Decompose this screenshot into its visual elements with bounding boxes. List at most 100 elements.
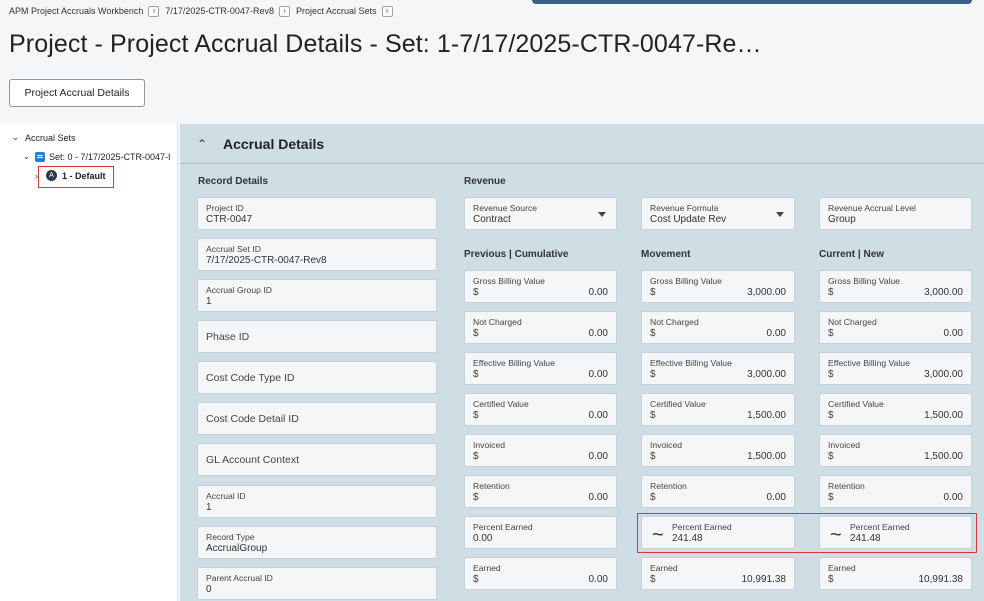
- field-label: Retention: [828, 481, 865, 491]
- currency-symbol: $: [650, 574, 656, 585]
- field-amount: 0.00: [588, 328, 608, 339]
- previous-retention-field[interactable]: Retention $ 0.00: [464, 475, 617, 508]
- accrual-id-field[interactable]: Accrual ID 1: [197, 485, 437, 518]
- revenue-formula-select[interactable]: Revenue Formula Cost Update Rev: [641, 197, 795, 230]
- field-label: Certified Value: [828, 399, 884, 409]
- field-label: Cost Code Type ID: [206, 371, 295, 384]
- field-label: Not Charged: [828, 317, 877, 327]
- cost-code-detail-id-field[interactable]: Cost Code Detail ID: [197, 402, 437, 435]
- field-label: Project ID: [206, 203, 244, 213]
- movement-invoiced-field[interactable]: Invoiced $ 1,500.00: [641, 434, 795, 467]
- field-label: Revenue Source: [473, 203, 538, 213]
- movement-certified-value-field[interactable]: Certified Value $ 1,500.00: [641, 393, 795, 426]
- tree-root[interactable]: ⌄ Accrual Sets: [10, 132, 76, 143]
- currency-symbol: $: [650, 328, 656, 339]
- record-type-field[interactable]: Record Type AccrualGroup: [197, 526, 437, 559]
- dropdown-caret-icon[interactable]: [776, 212, 784, 217]
- chevron-down-icon[interactable]: ⌄: [10, 132, 21, 143]
- set-icon: [35, 151, 45, 162]
- accrual-group-id-field[interactable]: Accrual Group ID 1: [197, 279, 437, 312]
- field-label: Revenue Formula: [650, 203, 719, 213]
- movement-effective-billing-field[interactable]: Effective Billing Value $ 3,000.00: [641, 352, 795, 385]
- breadcrumb-chevron-icon[interactable]: ›: [381, 5, 393, 17]
- current-effective-billing-field[interactable]: Effective Billing Value $ 3,000.00: [819, 352, 972, 385]
- currency-symbol: $: [828, 574, 834, 585]
- gl-account-context-field[interactable]: GL Account Context: [197, 443, 437, 476]
- previous-certified-value-field[interactable]: Certified Value $ 0.00: [464, 393, 617, 426]
- revenue-source-select[interactable]: Revenue Source Contract: [464, 197, 617, 230]
- field-amount: 3,000.00: [747, 369, 786, 380]
- field-label: Certified Value: [650, 399, 706, 409]
- field-amount: 0.00: [943, 328, 963, 339]
- currency-symbol: $: [828, 492, 834, 503]
- previous-cumulative-heading: Previous | Cumulative: [464, 249, 569, 260]
- current-gross-billing-field[interactable]: Gross Billing Value $ 3,000.00: [819, 270, 972, 303]
- project-accrual-details-button[interactable]: Project Accrual Details: [9, 79, 145, 107]
- field-label: Invoiced: [828, 440, 861, 450]
- dropdown-caret-icon[interactable]: [598, 212, 606, 217]
- current-invoiced-field[interactable]: Invoiced $ 1,500.00: [819, 434, 972, 467]
- chevron-down-icon[interactable]: ⌄: [21, 151, 32, 162]
- field-label: Not Charged: [473, 317, 522, 327]
- field-label: Phase ID: [206, 330, 250, 343]
- field-value: 0: [206, 584, 212, 595]
- field-value: CTR-0047: [206, 214, 253, 225]
- previous-effective-billing-field[interactable]: Effective Billing Value $ 0.00: [464, 352, 617, 385]
- field-label: Gross Billing Value: [828, 276, 900, 286]
- cost-code-type-id-field[interactable]: Cost Code Type ID: [197, 361, 437, 394]
- field-label: Not Charged: [650, 317, 699, 327]
- chevron-up-icon[interactable]: ⌃: [197, 137, 209, 151]
- current-retention-field[interactable]: Retention $ 0.00: [819, 475, 972, 508]
- field-amount: 0.00: [588, 410, 608, 421]
- field-value: 7/17/2025-CTR-0047-Rev8: [206, 255, 327, 266]
- previous-not-charged-field[interactable]: Not Charged $ 0.00: [464, 311, 617, 344]
- phase-id-field[interactable]: Phase ID: [197, 320, 437, 353]
- field-label: Revenue Accrual Level: [828, 203, 916, 213]
- currency-symbol: $: [473, 574, 479, 585]
- currency-symbol: $: [650, 410, 656, 421]
- currency-symbol: $: [650, 492, 656, 503]
- previous-earned-field[interactable]: Earned $ 0.00: [464, 557, 617, 590]
- tree-item-set-label: Set: 0 - 7/17/2025-CTR-0047-I: [49, 151, 171, 162]
- field-label: Gross Billing Value: [473, 276, 545, 286]
- movement-not-charged-field[interactable]: Not Charged $ 0.00: [641, 311, 795, 344]
- breadcrumb-item-accrual-sets[interactable]: Project Accrual Sets: [296, 6, 377, 16]
- parent-accrual-id-field[interactable]: Parent Accrual ID 0: [197, 567, 437, 600]
- field-label: Percent Earned: [473, 522, 533, 532]
- breadcrumb-item-accrual-set[interactable]: 7/17/2025-CTR-0047-Rev8: [165, 6, 274, 16]
- tree-item-set-0[interactable]: ⌄ Set: 0 - 7/17/2025-CTR-0047-I: [21, 151, 171, 162]
- previous-invoiced-field[interactable]: Invoiced $ 0.00: [464, 434, 617, 467]
- currency-symbol: $: [828, 451, 834, 462]
- field-label: Effective Billing Value: [828, 358, 910, 368]
- current-certified-value-field[interactable]: Certified Value $ 1,500.00: [819, 393, 972, 426]
- movement-retention-field[interactable]: Retention $ 0.00: [641, 475, 795, 508]
- currency-symbol: $: [828, 369, 834, 380]
- project-id-field[interactable]: Project ID CTR-0047: [197, 197, 437, 230]
- field-label: Parent Accrual ID: [206, 573, 273, 583]
- field-amount: 0.00: [588, 369, 608, 380]
- movement-gross-billing-field[interactable]: Gross Billing Value $ 3,000.00: [641, 270, 795, 303]
- field-amount: 1,500.00: [747, 410, 786, 421]
- field-value: 1: [206, 296, 212, 307]
- accrual-set-id-field[interactable]: Accrual Set ID 7/17/2025-CTR-0047-Rev8: [197, 238, 437, 271]
- field-value: AccrualGroup: [206, 543, 268, 554]
- current-not-charged-field[interactable]: Not Charged $ 0.00: [819, 311, 972, 344]
- breadcrumb-item-workbench[interactable]: APM Project Accruals Workbench: [9, 6, 143, 16]
- currency-symbol: $: [650, 369, 656, 380]
- current-earned-field[interactable]: Earned $ 10,991.38: [819, 557, 972, 590]
- movement-earned-field[interactable]: Earned $ 10,991.38: [641, 557, 795, 590]
- record-details-heading: Record Details: [198, 176, 269, 187]
- previous-gross-billing-field[interactable]: Gross Billing Value $ 0.00: [464, 270, 617, 303]
- revenue-accrual-level-field[interactable]: Revenue Accrual Level Group: [819, 197, 972, 230]
- breadcrumb-chevron-icon[interactable]: ›: [148, 5, 160, 17]
- previous-percent-earned-field[interactable]: Percent Earned 0.00: [464, 516, 617, 549]
- breadcrumb-chevron-icon[interactable]: ›: [278, 5, 290, 17]
- currency-symbol: $: [473, 287, 479, 298]
- panel-header[interactable]: ⌃ Accrual Details: [180, 124, 984, 164]
- highlight-box-percent-earned: [637, 513, 977, 553]
- field-label: Earned: [473, 563, 501, 573]
- accrual-sets-tree: ⌄ Accrual Sets ⌄ Set: 0 - 7/17/2025-CTR-…: [0, 124, 178, 601]
- field-label: Earned: [828, 563, 856, 573]
- field-label: Record Type: [206, 532, 255, 542]
- panel-title: Accrual Details: [223, 135, 325, 152]
